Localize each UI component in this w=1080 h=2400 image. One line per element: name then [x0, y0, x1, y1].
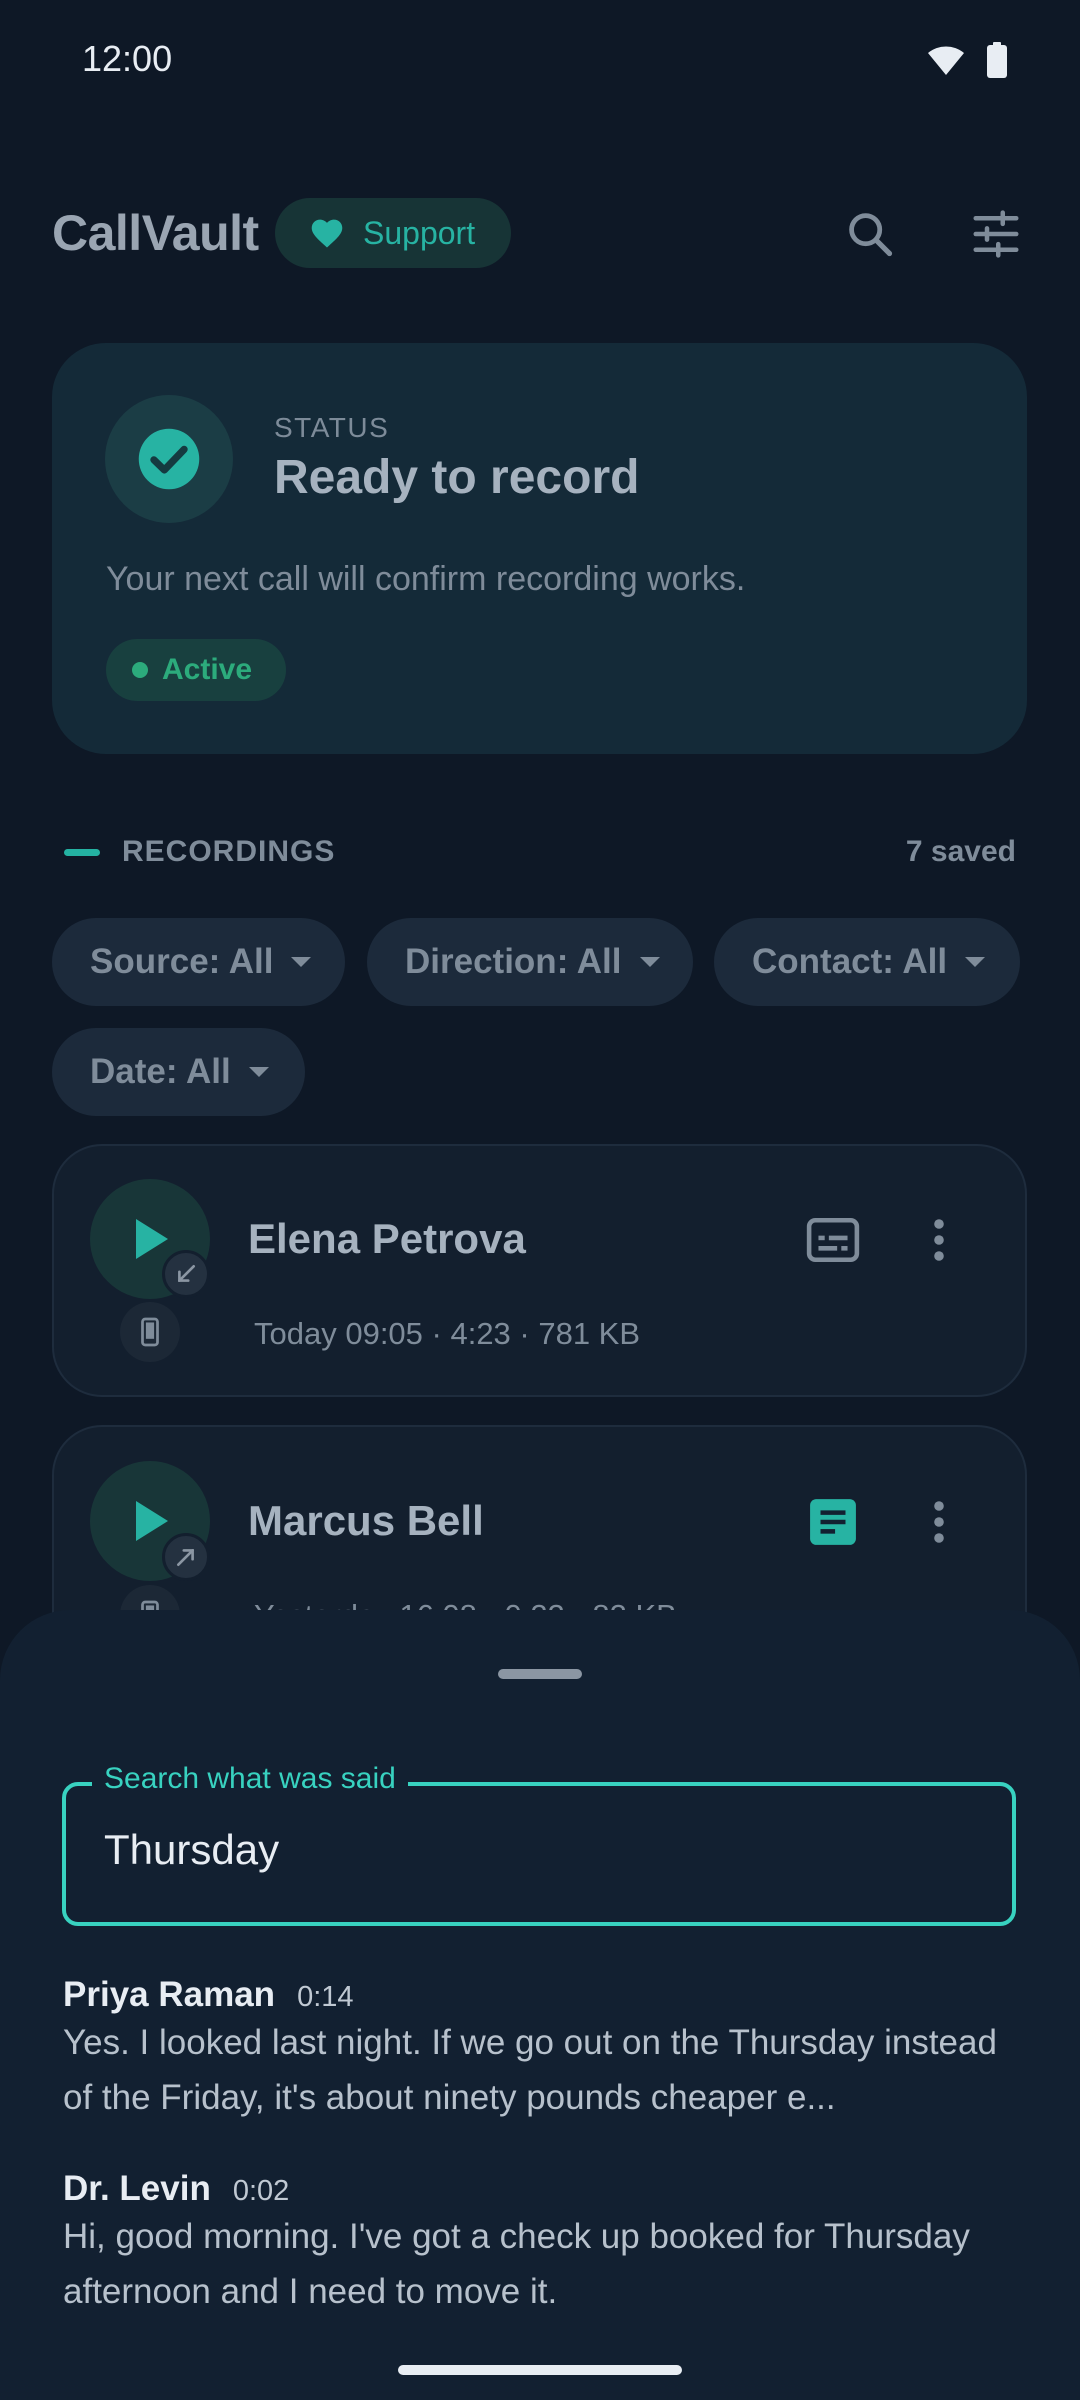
filter-direction[interactable]: Direction: All: [367, 918, 693, 1006]
filter-settings-button[interactable]: [964, 202, 1028, 266]
filter-direction-label: Direction: All: [405, 942, 622, 981]
phone-source-icon: [120, 1302, 180, 1362]
recording-contact-name: Marcus Bell: [248, 1497, 484, 1544]
outgoing-call-icon: [162, 1533, 210, 1581]
recording-meta: Today 09:05 · 4:23 · 781 KB: [254, 1316, 641, 1351]
search-result[interactable]: Priya Raman 0:14 Yes. I looked last night…: [63, 1975, 1023, 2125]
subtitles-icon: [806, 1217, 860, 1263]
active-dot-icon: [132, 662, 148, 678]
battery-icon: [987, 42, 1007, 78]
section-accent: [64, 849, 100, 856]
status-check: [105, 395, 233, 523]
search-result[interactable]: Dr. Levin 0:02 Hi, good morning. I've got…: [63, 2169, 1023, 2319]
dropdown-icon: [248, 1067, 269, 1077]
status-label: STATUS: [274, 412, 390, 443]
status-badge: Active: [106, 639, 286, 701]
app-title: CallVault: [52, 205, 259, 261]
status-title: Ready to record: [274, 451, 640, 504]
filter-date[interactable]: Date: All: [52, 1028, 305, 1116]
result-speaker: Dr. Levin: [63, 2169, 211, 2208]
search-button[interactable]: [838, 202, 902, 266]
filter-source-label: Source: All: [90, 942, 274, 981]
result-snippet: Hi, good morning. I've got a check up bo…: [63, 2217, 970, 2311]
filter-contact[interactable]: Contact: All: [714, 918, 1020, 1006]
result-snippet: Yes. I looked last night. If we go out o…: [63, 2023, 997, 2117]
play-icon: [136, 1501, 168, 1541]
play-icon: [136, 1219, 168, 1259]
more-options-button[interactable]: [922, 1498, 956, 1551]
search-field-label: Search what was said: [92, 1762, 408, 1796]
dropdown-icon: [965, 957, 986, 967]
check-circle-icon: [138, 428, 200, 490]
result-timestamp: 0:14: [297, 1981, 354, 2013]
more-vert-icon: [934, 1219, 944, 1261]
result-timestamp: 0:02: [232, 2175, 290, 2207]
home-gesture-bar[interactable]: [398, 2365, 682, 2375]
result-speaker: Priya Raman: [63, 1975, 276, 2014]
heart-icon: [311, 219, 343, 248]
status-time: 12:00: [82, 38, 173, 79]
incoming-call-icon: [162, 1250, 210, 1298]
transcript-button[interactable]: [808, 1497, 858, 1552]
recordings-count: 7 saved: [905, 835, 1016, 868]
tune-icon: [973, 210, 1019, 258]
support-label: Support: [363, 214, 476, 251]
dropdown-icon: [291, 957, 312, 967]
article-icon: [810, 1499, 856, 1545]
status-description: Your next call will confirm recording wo…: [106, 560, 746, 598]
support-button[interactable]: Support: [275, 198, 511, 268]
recordings-title: RECORDINGS: [122, 835, 336, 868]
recording-contact-name: Elena Petrova: [248, 1215, 526, 1262]
wifi-icon: [928, 46, 964, 75]
status-icons: [926, 42, 1008, 78]
transcript-search-input[interactable]: [104, 1826, 984, 1874]
dropdown-icon: [639, 957, 660, 967]
sheet-drag-handle[interactable]: [498, 1669, 582, 1679]
filter-source[interactable]: Source: All: [52, 918, 345, 1006]
more-vert-icon: [934, 1501, 944, 1543]
filter-date-label: Date: All: [90, 1052, 231, 1091]
more-options-button[interactable]: [922, 1216, 956, 1269]
status-badge-label: Active: [162, 653, 253, 686]
filter-contact-label: Contact: All: [752, 942, 948, 981]
search-icon: [849, 213, 893, 257]
transcript-button[interactable]: [806, 1217, 860, 1268]
